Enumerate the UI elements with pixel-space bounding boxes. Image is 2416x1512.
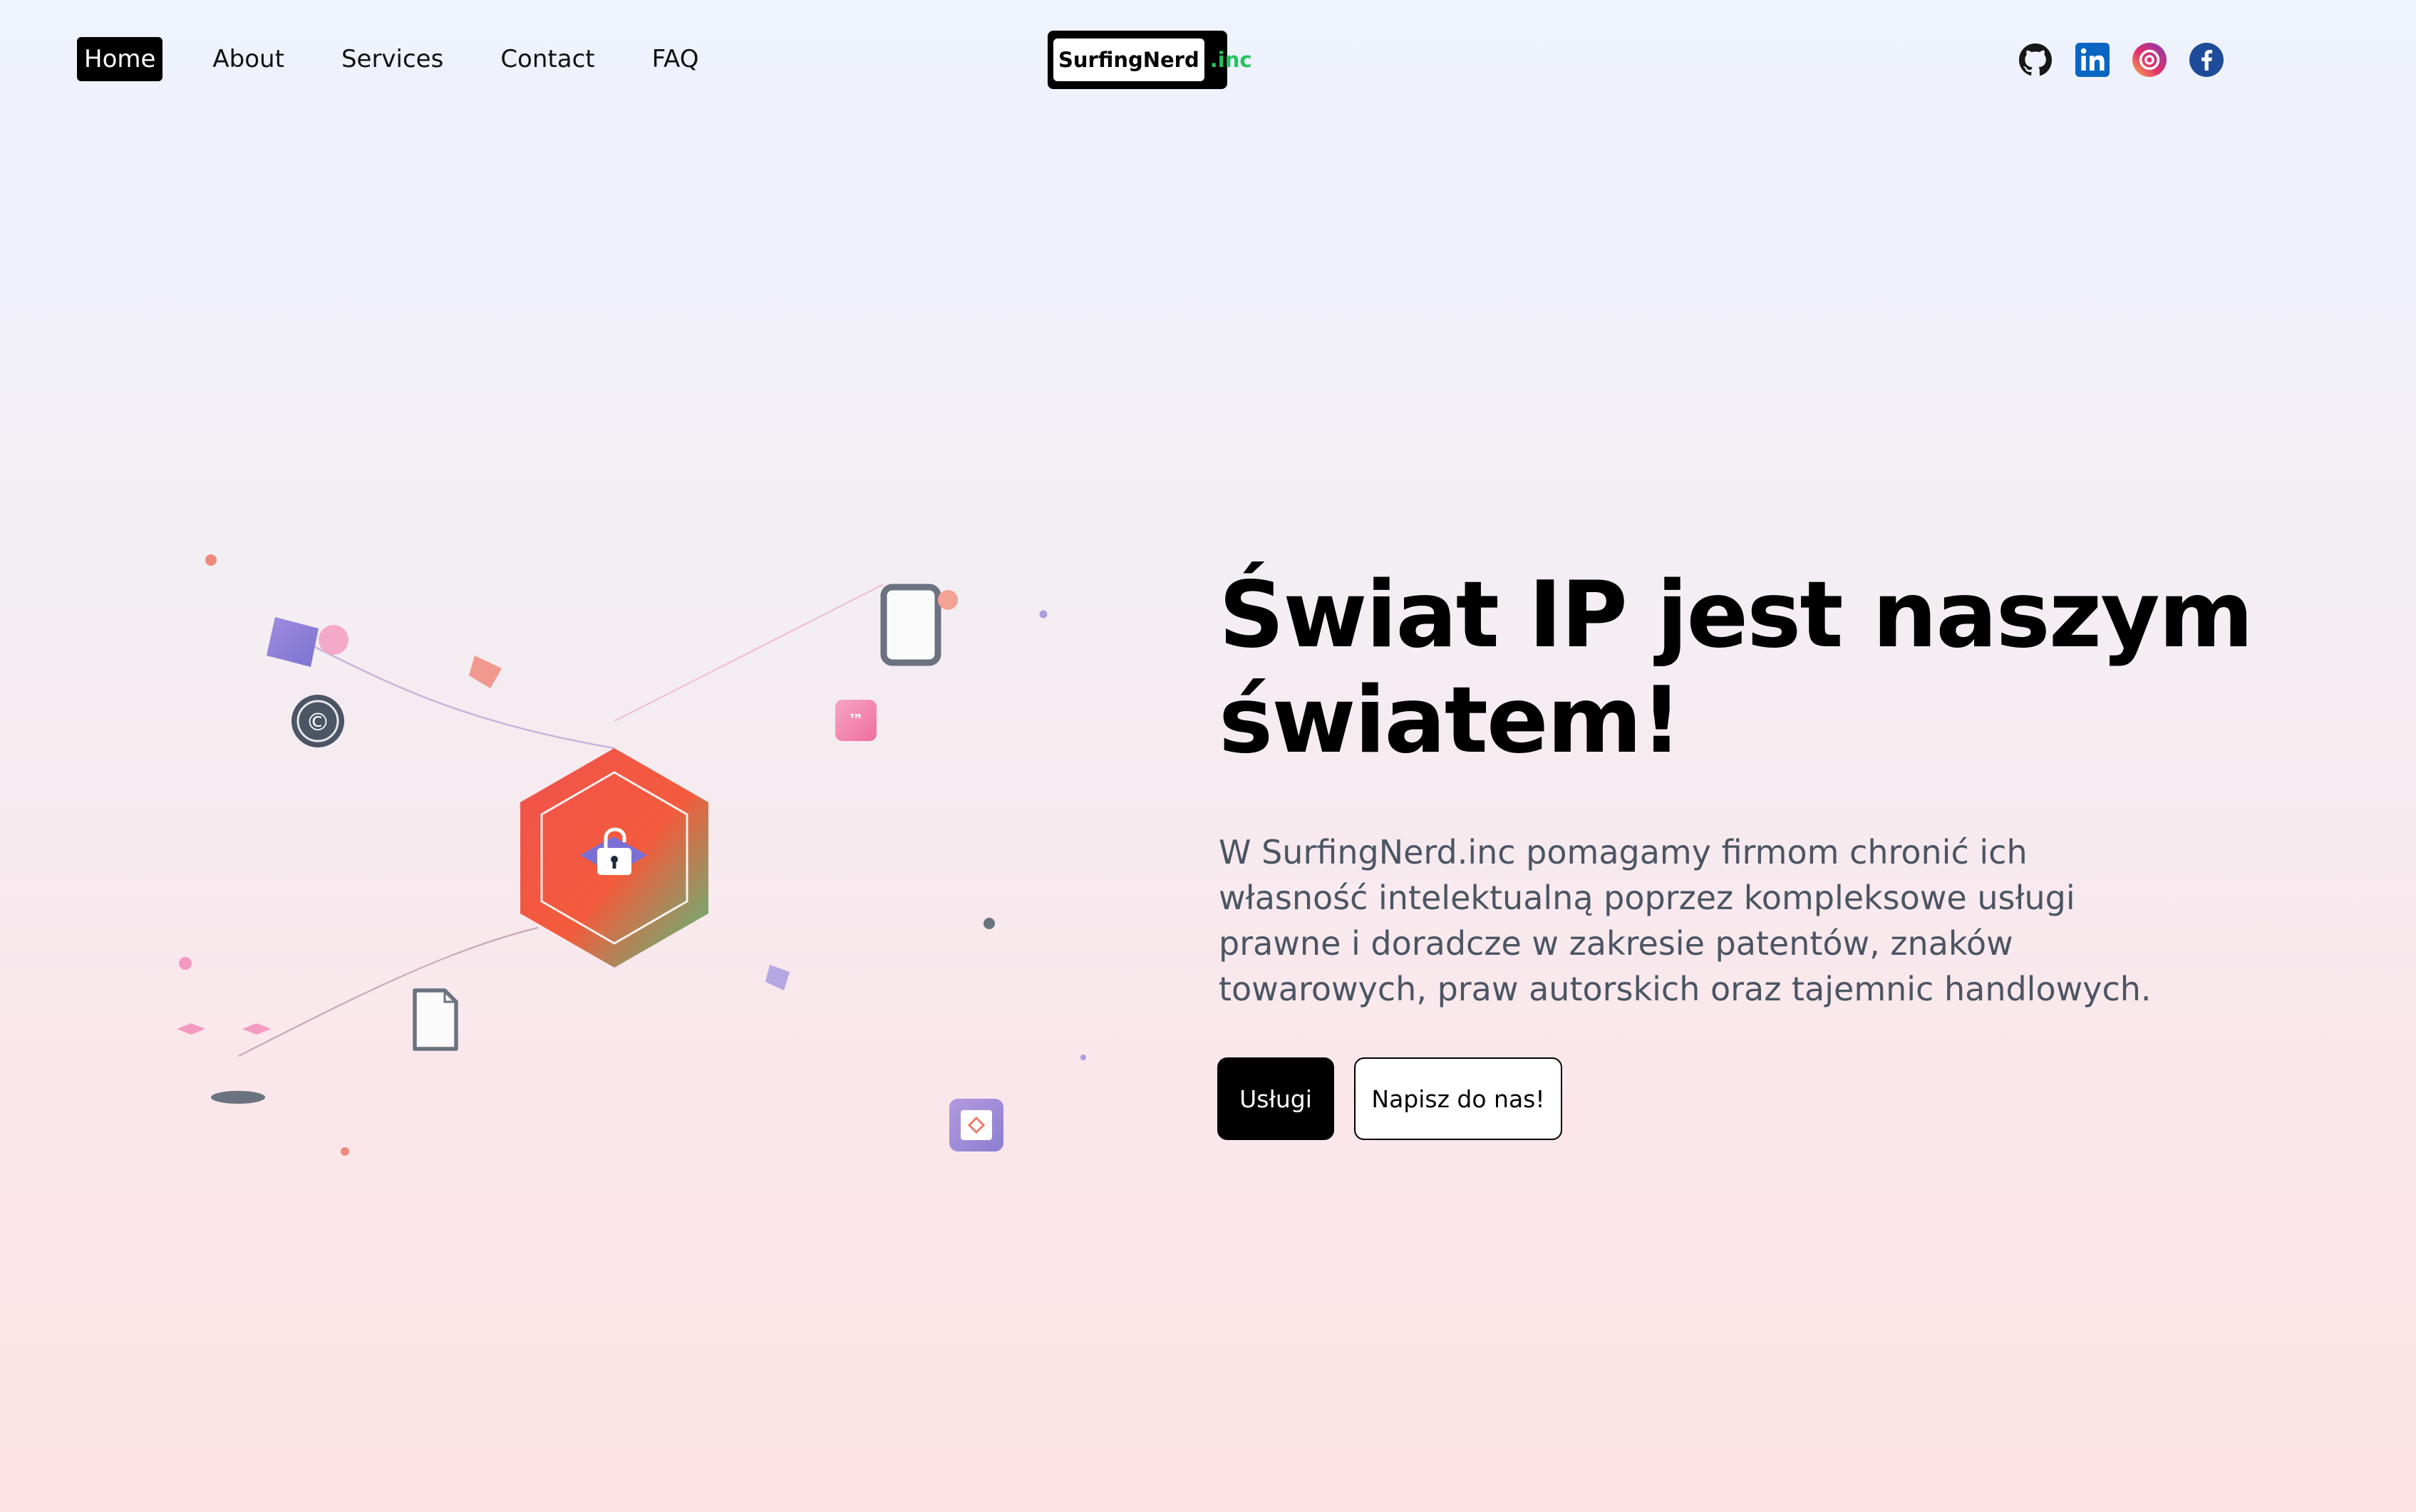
main-nav: Home About Services Contact FAQ [77,37,748,81]
shadow-shape [211,1091,265,1104]
instagram-icon[interactable] [2132,43,2167,77]
nav-link-about[interactable]: About [205,37,291,81]
copyright-symbol: © [306,708,330,737]
tablet-icon [880,584,941,666]
nav-link-services[interactable]: Services [334,37,450,81]
trademark-symbol: ™ [848,712,864,730]
linkedin-icon[interactable] [2075,43,2110,77]
dot-decoration [205,554,217,566]
github-icon[interactable] [2018,43,2053,77]
document-icon [413,988,458,1051]
dot-decoration [938,590,958,610]
hero-description: W SurfingNerd.inc pomagamy firmom chroni… [1219,833,2152,1008]
hexagon-lock [520,748,708,968]
nav-link-contact[interactable]: Contact [493,37,602,81]
cube-shape [267,617,319,667]
trademark-badge: ™ [835,700,877,741]
sphere-shape [319,625,349,655]
nav-link-faq[interactable]: FAQ [645,37,706,81]
nav-link-home[interactable]: Home [77,37,163,81]
dot-decoration [179,957,192,970]
diamond-shape [242,1023,271,1035]
facebook-icon[interactable] [2189,43,2224,77]
connector-line [302,640,615,750]
package-icon [949,1099,1003,1151]
dot-decoration [1080,1055,1086,1060]
hero-title-line1: Świat IP jest naszym [1219,562,2254,668]
diamond-shape [469,656,502,688]
hero-actions: Usługi Napisz do nas! [1217,1057,1562,1140]
brand-logo[interactable]: SurfingNerd .inc [1048,31,1252,89]
tile-shape [765,965,790,990]
social-links [2018,43,2224,77]
hero-title-line2: światem! [1219,668,1682,774]
contact-us-button[interactable]: Napisz do nas! [1354,1057,1562,1140]
connector-line [238,926,539,1057]
dot-decoration [1039,610,1048,618]
ip-illustration: © ™ [177,554,1086,1156]
dot-decoration [341,1147,349,1156]
brand-suffix: .inc [1209,48,1252,72]
copyright-badge: © [291,695,344,747]
dot-decoration [984,918,995,929]
hero-title: Świat IP jest naszym światem! [1219,563,2288,774]
services-button[interactable]: Usługi [1217,1057,1334,1140]
diamond-shape [177,1023,205,1035]
brand-name: SurfingNerd [1053,38,1204,81]
